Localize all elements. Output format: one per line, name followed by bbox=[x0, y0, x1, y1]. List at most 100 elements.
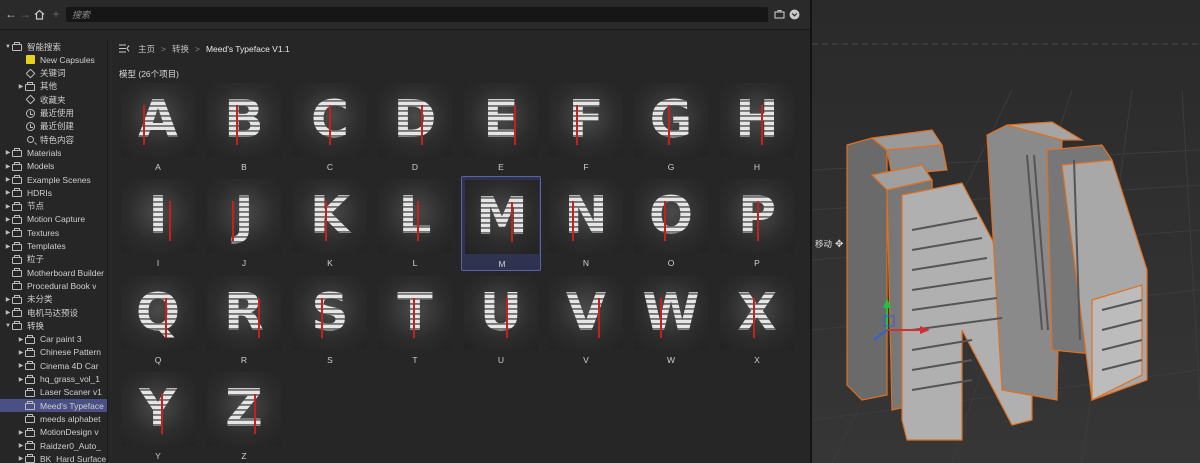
home-icon[interactable] bbox=[32, 7, 46, 21]
collapse-arrow-icon[interactable]: ▶ bbox=[17, 336, 25, 343]
collapse-arrow-icon[interactable]: ▶ bbox=[17, 429, 25, 436]
sidebar-toggle-icon[interactable] bbox=[119, 43, 130, 55]
tree-item[interactable]: Motherboard Builder bbox=[0, 266, 107, 279]
asset-tile[interactable]: CC bbox=[290, 80, 370, 175]
tree-item[interactable]: ▼ 转换 bbox=[0, 319, 107, 332]
collapse-arrow-icon[interactable]: ▶ bbox=[4, 229, 12, 236]
asset-tile[interactable]: SS bbox=[290, 273, 370, 368]
asset-tile[interactable]: HH bbox=[717, 80, 797, 175]
tree-item[interactable]: meeds alphabet bbox=[0, 412, 107, 425]
tree-item[interactable]: 收藏夹 bbox=[0, 93, 107, 106]
collapse-arrow-icon[interactable]: ▶ bbox=[17, 376, 25, 383]
back-arrow-icon[interactable]: ← bbox=[4, 7, 18, 21]
tree-item[interactable]: ▶ Textures bbox=[0, 226, 107, 239]
tree-item[interactable]: 最近创建 bbox=[0, 120, 107, 133]
tree-item[interactable]: ▶ Cinema 4D Car bbox=[0, 359, 107, 372]
tree-item[interactable]: ▼ 智能搜索 bbox=[0, 40, 107, 53]
tree-item[interactable]: ▶ hq_grass_vol_1 bbox=[0, 373, 107, 386]
asset-thumbnail: Z bbox=[207, 372, 281, 446]
tree-item[interactable]: 粒子 bbox=[0, 253, 107, 266]
collapse-arrow-icon[interactable]: ▶ bbox=[17, 362, 25, 369]
asset-tile[interactable]: TT bbox=[375, 273, 455, 368]
asset-tile[interactable]: KK bbox=[290, 176, 370, 271]
collapse-arrow-icon[interactable]: ▶ bbox=[4, 216, 12, 223]
3d-viewport[interactable] bbox=[812, 0, 1200, 463]
collapse-arrow-icon[interactable]: ▶ bbox=[4, 189, 12, 196]
tree-item[interactable]: ▶ HDRIs bbox=[0, 186, 107, 199]
collapse-arrow-icon[interactable]: ▶ bbox=[4, 163, 12, 170]
collapse-arrow-icon[interactable]: ▶ bbox=[4, 309, 12, 316]
asset-label: A bbox=[155, 162, 161, 172]
asset-tile[interactable]: EE bbox=[461, 80, 541, 175]
collapse-arrow-icon[interactable]: ▶ bbox=[17, 83, 25, 90]
collapse-arrow-icon[interactable]: ▶ bbox=[4, 296, 12, 303]
search-icon bbox=[25, 135, 35, 145]
tree-item[interactable]: ▶ Chinese Pattern bbox=[0, 346, 107, 359]
move-tool-label[interactable]: 移动 ✥ bbox=[815, 238, 843, 250]
collapse-arrow-icon[interactable]: ▶ bbox=[4, 149, 12, 156]
tree-item[interactable]: ▶ Raidzer0_Auto_ bbox=[0, 439, 107, 452]
tree-item[interactable]: ▶ 电机马达预设 bbox=[0, 306, 107, 319]
tree-item[interactable]: ▶ Example Scenes bbox=[0, 173, 107, 186]
asset-tile[interactable]: OO bbox=[631, 176, 711, 271]
tree-item[interactable]: ▶ Materials bbox=[0, 146, 107, 159]
tree-item[interactable]: 关键词 bbox=[0, 67, 107, 80]
asset-thumbnail: V bbox=[549, 276, 623, 350]
collapse-arrow-icon[interactable]: ▶ bbox=[17, 455, 25, 462]
tree-item[interactable]: ▶ Templates bbox=[0, 240, 107, 253]
search-field[interactable] bbox=[66, 7, 768, 22]
briefcase-icon[interactable] bbox=[772, 7, 786, 21]
collapse-arrow-icon[interactable]: ▶ bbox=[4, 243, 12, 250]
tree-item[interactable]: ▶ MotionDesign v bbox=[0, 426, 107, 439]
asset-tile[interactable]: GG bbox=[631, 80, 711, 175]
asset-tile[interactable]: WW bbox=[631, 273, 711, 368]
collapse-arrow-icon[interactable]: ▶ bbox=[4, 176, 12, 183]
asset-tile[interactable]: II bbox=[118, 176, 198, 271]
tree-item[interactable]: Procedural Book v bbox=[0, 279, 107, 292]
asset-tile[interactable]: NN bbox=[546, 176, 626, 271]
tree-item[interactable]: 最近使用 bbox=[0, 107, 107, 120]
collapse-arrow-icon[interactable]: ▶ bbox=[4, 203, 12, 210]
asset-tile[interactable]: JJ bbox=[204, 176, 284, 271]
folder-icon bbox=[25, 81, 35, 91]
search-input[interactable] bbox=[66, 7, 768, 22]
tree-item[interactable]: ▶ 其他 bbox=[0, 80, 107, 93]
expand-arrow-icon[interactable]: ▼ bbox=[4, 323, 12, 329]
dropdown-chevron-icon[interactable] bbox=[787, 7, 801, 21]
asset-tile[interactable]: BB bbox=[204, 80, 284, 175]
asset-tile[interactable]: QQ bbox=[118, 273, 198, 368]
tree-item-label: New Capsules bbox=[40, 54, 95, 65]
breadcrumb-convert[interactable]: 转换 bbox=[172, 43, 189, 55]
asset-tile[interactable]: PP bbox=[717, 176, 797, 271]
tree-item[interactable]: ▶ 节点 bbox=[0, 200, 107, 213]
tree-item[interactable]: ▶ Models bbox=[0, 160, 107, 173]
tree-item[interactable]: ▶ 未分类 bbox=[0, 293, 107, 306]
asset-tile[interactable]: YY bbox=[118, 369, 198, 463]
tree-item[interactable]: Laser Scaner v1 bbox=[0, 386, 107, 399]
tree-item[interactable]: ▶ Car paint 3 bbox=[0, 333, 107, 346]
asset-tile[interactable]: ZZ bbox=[204, 369, 284, 463]
asset-tile[interactable]: UU bbox=[461, 273, 541, 368]
asset-tile[interactable]: FF bbox=[546, 80, 626, 175]
letter-model-preview: V bbox=[549, 280, 623, 346]
tree-item[interactable]: Meed's Typeface bbox=[0, 399, 107, 413]
asset-tile[interactable]: DD bbox=[375, 80, 455, 175]
asset-tile[interactable]: RR bbox=[204, 273, 284, 368]
asset-tile[interactable]: XX bbox=[717, 273, 797, 368]
asset-tile[interactable]: MM bbox=[461, 176, 541, 271]
tree-item[interactable]: ▶ BK_Hard Surface bbox=[0, 452, 107, 463]
collapse-arrow-icon[interactable]: ▶ bbox=[17, 349, 25, 356]
asset-tile[interactable]: AA bbox=[118, 80, 198, 175]
collapse-arrow-icon[interactable]: ▶ bbox=[17, 442, 25, 449]
breadcrumb-home[interactable]: 主页 bbox=[138, 43, 155, 55]
tree-item[interactable]: ▶ Motion Capture bbox=[0, 213, 107, 226]
tree-item[interactable]: New Capsules bbox=[0, 53, 107, 66]
asset-tile[interactable]: VV bbox=[546, 273, 626, 368]
expand-arrow-icon[interactable]: ▼ bbox=[4, 44, 12, 50]
breadcrumb-current[interactable]: Meed's Typeface V1.1 bbox=[206, 44, 290, 54]
tree-item[interactable]: 特色内容 bbox=[0, 133, 107, 146]
forward-arrow-icon[interactable]: → bbox=[18, 7, 32, 21]
add-icon[interactable]: + bbox=[49, 7, 63, 21]
asset-tile[interactable]: LL bbox=[375, 176, 455, 271]
red-stripe-accent bbox=[169, 201, 171, 241]
